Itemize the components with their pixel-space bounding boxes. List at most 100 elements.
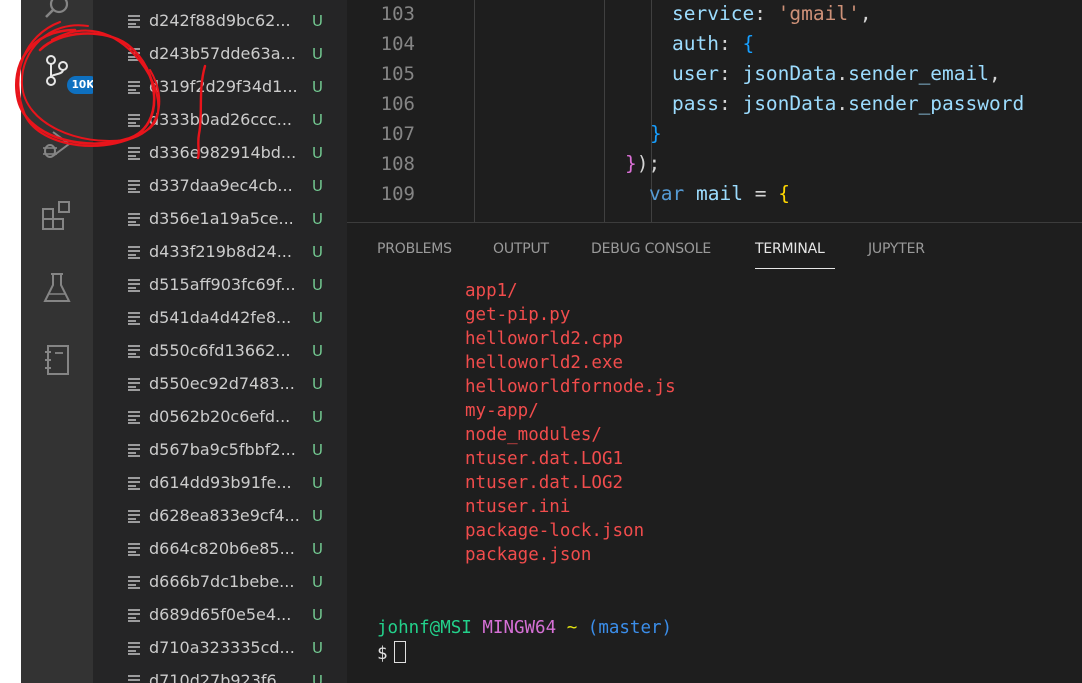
file-lines-icon bbox=[127, 79, 141, 94]
file-name: d567ba9c5fbbf2... bbox=[149, 440, 296, 459]
file-lines-icon bbox=[127, 607, 141, 622]
tab-problems[interactable]: PROBLEMS bbox=[377, 241, 452, 257]
file-row[interactable]: d319f2d29f34d1... U bbox=[93, 70, 347, 103]
terminal-output-line: helloworld2.exe bbox=[465, 353, 624, 373]
file-row[interactable]: d664c820b6e85... U bbox=[93, 532, 347, 565]
file-row[interactable]: d242f88d9bc62... U bbox=[93, 4, 347, 37]
file-row[interactable]: d333b0ad26ccc... U bbox=[93, 103, 347, 136]
file-row[interactable]: d550ec92d7483... U bbox=[93, 367, 347, 400]
untracked-status: U bbox=[312, 671, 323, 683]
untracked-status: U bbox=[312, 341, 323, 360]
untracked-status: U bbox=[312, 440, 323, 459]
file-lines-icon bbox=[127, 112, 141, 127]
file-name: d710a323335cd... bbox=[149, 638, 295, 657]
terminal-output-line: package.json bbox=[465, 545, 592, 565]
file-lines-icon bbox=[127, 640, 141, 655]
testing-icon[interactable] bbox=[33, 268, 81, 308]
vscode-window: 10K d242f88d9bc62... U d243b57dde63a... … bbox=[21, 0, 1082, 683]
line-number: 106 bbox=[380, 93, 415, 115]
indent-guide bbox=[604, 0, 605, 222]
file-name: d666b7dc1bebe... bbox=[149, 572, 295, 591]
file-lines-icon bbox=[127, 310, 141, 325]
file-row[interactable]: d567ba9c5fbbf2... U bbox=[93, 433, 347, 466]
file-name: d628ea833e9cf4... bbox=[149, 506, 300, 525]
terminal-output-line: ntuser.dat.LOG1 bbox=[465, 449, 624, 469]
untracked-status: U bbox=[312, 176, 323, 195]
run-debug-icon[interactable] bbox=[33, 124, 81, 164]
untracked-status: U bbox=[312, 407, 323, 426]
file-lines-icon bbox=[127, 541, 141, 556]
file-row[interactable]: d433f219b8d24... U bbox=[93, 235, 347, 268]
untracked-status: U bbox=[312, 77, 323, 96]
file-name: d356e1a19a5ce... bbox=[149, 209, 294, 228]
file-row[interactable]: d614dd93b91fe... U bbox=[93, 466, 347, 499]
file-row[interactable]: d666b7dc1bebe... U bbox=[93, 565, 347, 598]
file-name: d710d27b923f6... bbox=[149, 671, 292, 683]
line-number: 108 bbox=[380, 153, 415, 175]
line-number: 105 bbox=[380, 63, 415, 85]
file-row[interactable]: d689d65f0e5e4... U bbox=[93, 598, 347, 631]
file-name: d333b0ad26ccc... bbox=[149, 110, 292, 129]
search-icon[interactable] bbox=[33, 0, 81, 28]
file-row[interactable]: d541da4d42fe8... U bbox=[93, 301, 347, 334]
file-name: d550c6fd13662... bbox=[149, 341, 291, 360]
file-lines-icon bbox=[127, 475, 141, 490]
terminal-output-line: my-app/ bbox=[465, 401, 539, 421]
file-name: d242f88d9bc62... bbox=[149, 11, 291, 30]
file-row[interactable]: d515aff903fc69f... U bbox=[93, 268, 347, 301]
file-name: d664c820b6e85... bbox=[149, 539, 295, 558]
file-row[interactable]: d710d27b923f6... U bbox=[93, 664, 347, 683]
file-name: d614dd93b91fe... bbox=[149, 473, 292, 492]
file-row[interactable]: d243b57dde63a... U bbox=[93, 37, 347, 70]
code-line: service: 'gmail', bbox=[672, 2, 872, 25]
terminal-output-line: get-pip.py bbox=[465, 305, 571, 325]
code-line: pass: jsonData.sender_password bbox=[672, 92, 1025, 115]
file-name: d689d65f0e5e4... bbox=[149, 605, 292, 624]
code-line: user: jsonData.sender_email, bbox=[672, 62, 1001, 85]
file-name: d515aff903fc69f... bbox=[149, 275, 296, 294]
untracked-status: U bbox=[312, 638, 323, 657]
extensions-icon[interactable] bbox=[33, 196, 81, 236]
notebook-icon[interactable] bbox=[33, 340, 81, 380]
file-row[interactable]: d356e1a19a5ce... U bbox=[93, 202, 347, 235]
file-row[interactable]: d336e982914bd... U bbox=[93, 136, 347, 169]
source-control-sidebar: d242f88d9bc62... U d243b57dde63a... U d3… bbox=[93, 0, 347, 683]
tab-debug-console[interactable]: DEBUG CONSOLE bbox=[591, 241, 711, 257]
tab-jupyter[interactable]: JUPYTER bbox=[868, 241, 925, 257]
file-row[interactable]: d710a323335cd... U bbox=[93, 631, 347, 664]
file-lines-icon bbox=[127, 508, 141, 523]
code-line: var mail = { bbox=[649, 182, 790, 205]
file-row[interactable]: d628ea833e9cf4... U bbox=[93, 499, 347, 532]
terminal-cursor bbox=[393, 641, 406, 663]
file-lines-icon bbox=[127, 442, 141, 457]
code-line: }); bbox=[625, 152, 661, 175]
code-editor[interactable]: 103 service: 'gmail', 104 auth: { 105 us… bbox=[347, 0, 1082, 222]
line-number: 103 bbox=[380, 3, 415, 25]
file-name: d319f2d29f34d1... bbox=[149, 77, 298, 96]
active-tab-indicator bbox=[755, 268, 835, 269]
file-row[interactable]: d337daa9ec4cb... U bbox=[93, 169, 347, 202]
untracked-status: U bbox=[312, 143, 323, 162]
terminal-input-line[interactable]: $ bbox=[377, 641, 406, 664]
file-name: d550ec92d7483... bbox=[149, 374, 295, 393]
untracked-status: U bbox=[312, 308, 323, 327]
file-lines-icon bbox=[127, 211, 141, 226]
file-lines-icon bbox=[127, 574, 141, 589]
line-number: 109 bbox=[380, 183, 415, 205]
file-lines-icon bbox=[127, 13, 141, 28]
untracked-status: U bbox=[312, 209, 323, 228]
file-row[interactable]: d550c6fd13662... U bbox=[93, 334, 347, 367]
file-lines-icon bbox=[127, 673, 141, 683]
line-number: 104 bbox=[380, 33, 415, 55]
file-name: d433f219b8d24... bbox=[149, 242, 292, 261]
untracked-status: U bbox=[312, 473, 323, 492]
untracked-status: U bbox=[312, 11, 323, 30]
prompt-path: ~ bbox=[566, 618, 578, 638]
file-lines-icon bbox=[127, 178, 141, 193]
tab-output[interactable]: OUTPUT bbox=[493, 241, 549, 257]
file-row[interactable]: d0562b20c6efd... U bbox=[93, 400, 347, 433]
code-line: auth: { bbox=[672, 32, 755, 55]
file-lines-icon bbox=[127, 244, 141, 259]
untracked-status: U bbox=[312, 572, 323, 591]
tab-terminal[interactable]: TERMINAL bbox=[755, 241, 825, 257]
